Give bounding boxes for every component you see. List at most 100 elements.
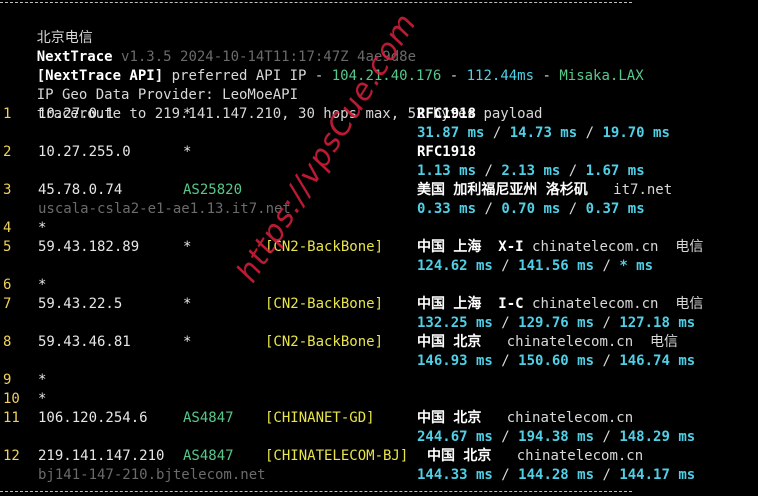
hop-number: 10 bbox=[3, 391, 20, 407]
isp-label: 北京电信 bbox=[3, 10, 93, 46]
hop-carrier: 电信 bbox=[675, 239, 704, 255]
hop-ip: 10.27.0.1 bbox=[38, 106, 114, 122]
hop-rtt-value: 14.73 ms bbox=[509, 125, 578, 141]
hop-row: 6 * bbox=[3, 276, 755, 295]
hop-host: chinatelecom.cn bbox=[506, 334, 634, 350]
hop-carrier: 电信 bbox=[650, 334, 679, 350]
hop-ip: * bbox=[38, 220, 47, 236]
rtt-separator: / bbox=[594, 429, 620, 445]
rtt-separator: / bbox=[476, 201, 502, 217]
hop-number: 7 bbox=[3, 296, 12, 312]
hop-rtt-value: 0.37 ms bbox=[585, 201, 645, 217]
hop-row: 5 59.43.182.89 * [CN2-BackBone] 中国 上海 X-I ch… bbox=[3, 238, 755, 257]
hop-asn: * bbox=[183, 334, 192, 350]
hop-asn: * bbox=[183, 296, 192, 312]
rtt-separator: / bbox=[492, 467, 519, 483]
hop-ip: * bbox=[38, 277, 47, 293]
hop-geo-group: 中国 北京 chinatelecom.cn bbox=[427, 447, 643, 466]
hop-rtt-value: 19.70 ms bbox=[602, 125, 670, 141]
bottom-divider bbox=[0, 491, 632, 492]
rtt-separator: / bbox=[560, 163, 586, 179]
hop-asn: * bbox=[183, 106, 192, 122]
hop-ip: 59.43.182.89 bbox=[38, 239, 140, 255]
hop-rtt-value: 132.25 ms bbox=[417, 315, 493, 331]
api-latency: 112.44ms bbox=[466, 68, 535, 84]
hop-rtt-row: 124.62 ms / 141.56 ms / * ms bbox=[3, 257, 755, 276]
hop-rtt-value: 129.76 ms bbox=[518, 315, 595, 331]
hop-row: 11 106.120.254.6 AS4847 [CHINANET-GD] 中国 北京 … bbox=[3, 409, 755, 428]
top-divider bbox=[0, 2, 632, 3]
hop-asn: AS25820 bbox=[183, 182, 243, 198]
hop-rtt-row: 31.87 ms / 14.73 ms / 19.70 ms bbox=[3, 124, 755, 143]
rtt-separator: / bbox=[476, 163, 502, 179]
hop-geo: 中国 上海 bbox=[417, 296, 482, 312]
hop-row: 12 219.141.147.210 AS4847 [CHINATELECOM-BJ]… bbox=[3, 447, 755, 466]
hop-rtt-value: 244.67 ms bbox=[417, 429, 493, 445]
hop-host: chinatelecom.cn bbox=[532, 239, 659, 255]
hop-ip: 45.78.0.74 bbox=[38, 182, 123, 198]
hop-number: 11 bbox=[3, 410, 20, 426]
hop-number: 12 bbox=[3, 448, 20, 464]
hop-rtt-row: uscala-csla2-e1-ae1.13.it7.net 0.33 ms / … bbox=[3, 200, 755, 219]
hop-rtt-value: 144.28 ms bbox=[518, 467, 595, 483]
hop-rtt-value: 146.74 ms bbox=[619, 353, 696, 369]
hop-row: 2 10.27.255.0 * RFC1918 bbox=[3, 143, 755, 162]
hop-rtt-value: 144.17 ms bbox=[619, 467, 696, 483]
hop-rtt-group: 124.62 ms / 141.56 ms / * ms bbox=[417, 257, 653, 276]
hop-geo: 美国 加利福尼亚州 洛杉矶 bbox=[417, 182, 588, 198]
api-sep-2: - bbox=[534, 68, 560, 84]
hop-number: 6 bbox=[3, 277, 12, 293]
hop-rtt-value: 31.87 ms bbox=[417, 125, 485, 141]
hop-rtt-row: 132.25 ms / 129.76 ms / 127.18 ms bbox=[3, 314, 755, 333]
rtt-separator: / bbox=[492, 429, 519, 445]
hop-rtt-group: 132.25 ms / 129.76 ms / 127.18 ms bbox=[417, 314, 695, 333]
hop-host: it7.net bbox=[613, 182, 673, 198]
hop-row: 10 * bbox=[3, 390, 755, 409]
hop-rtt-value: 1.13 ms bbox=[417, 163, 477, 179]
hop-rtt-group: 244.67 ms / 194.38 ms / 148.29 ms bbox=[417, 428, 695, 447]
rtt-separator: / bbox=[560, 201, 586, 217]
hop-rtt-row: bj141-147-210.bjtelecom.net 144.33 ms / 1… bbox=[3, 466, 755, 485]
rtt-separator: / bbox=[594, 353, 620, 369]
hop-number: 1 bbox=[3, 106, 12, 122]
hop-geo: 中国 北京 bbox=[417, 334, 482, 350]
hop-rdns: uscala-csla2-e1-ae1.13.it7.net bbox=[38, 201, 291, 217]
rtt-separator: / bbox=[594, 315, 620, 331]
hop-number: 3 bbox=[3, 182, 12, 198]
hop-geo: 中国 北京 bbox=[427, 448, 492, 464]
hop-rtt-value: 150.60 ms bbox=[518, 353, 595, 369]
api-node: Misaka.LAX bbox=[559, 68, 644, 84]
hop-host: chinatelecom.cn bbox=[506, 410, 634, 426]
hop-geo-group: 中国 北京 chinatelecom.cn 电信 bbox=[417, 333, 678, 352]
hop-rtt-value: 1.67 ms bbox=[585, 163, 645, 179]
hop-geo: RFC1918 bbox=[417, 106, 477, 122]
hop-rtt-value: 144.33 ms bbox=[417, 467, 493, 483]
hop-geo: 中国 上海 bbox=[417, 239, 482, 255]
hop-rtt-group: 144.33 ms / 144.28 ms / 144.17 ms bbox=[417, 466, 695, 485]
hop-geo-group: 美国 加利福尼亚州 洛杉矶 it7.net bbox=[417, 181, 672, 200]
rtt-separator: / bbox=[594, 258, 620, 274]
hop-rtt-row: 146.93 ms / 150.60 ms / 146.74 ms bbox=[3, 352, 755, 371]
hop-number: 9 bbox=[3, 372, 12, 388]
hop-number: 4 bbox=[3, 220, 12, 236]
api-ip: 104.21.40.176 bbox=[331, 68, 442, 84]
rtt-separator: / bbox=[594, 467, 620, 483]
api-line: [NextTrace API] preferred API IP - 104.2… bbox=[3, 48, 644, 84]
hop-host: chinatelecom.cn bbox=[532, 296, 659, 312]
hop-row: 3 45.78.0.74 AS25820 美国 加利福尼亚州 洛杉矶 it7.net bbox=[3, 181, 755, 200]
hop-rtt-value: 124.62 ms bbox=[417, 258, 493, 274]
rtt-separator: / bbox=[577, 125, 603, 141]
hop-rtt-group: 31.87 ms / 14.73 ms / 19.70 ms bbox=[417, 124, 670, 143]
hop-rtt-group: 1.13 ms / 2.13 ms / 1.67 ms bbox=[417, 162, 645, 181]
hop-row: 1 10.27.0.1 * RFC1918 bbox=[3, 105, 755, 124]
hop-backbone-tag: [CN2-BackBone] bbox=[265, 239, 384, 255]
hop-rtt-value: 141.56 ms bbox=[518, 258, 595, 274]
hop-backbone-tag: [CN2-BackBone] bbox=[265, 334, 384, 350]
hop-row: 7 59.43.22.5 * [CN2-BackBone] 中国 上海 I-C chin… bbox=[3, 295, 755, 314]
hop-backbone-tag: [CN2-BackBone] bbox=[265, 296, 384, 312]
hop-asn: AS4847 bbox=[183, 410, 234, 426]
hop-number: 5 bbox=[3, 239, 12, 255]
hop-ip: * bbox=[38, 372, 47, 388]
hop-ip: * bbox=[38, 391, 47, 407]
rtt-separator: / bbox=[492, 353, 519, 369]
